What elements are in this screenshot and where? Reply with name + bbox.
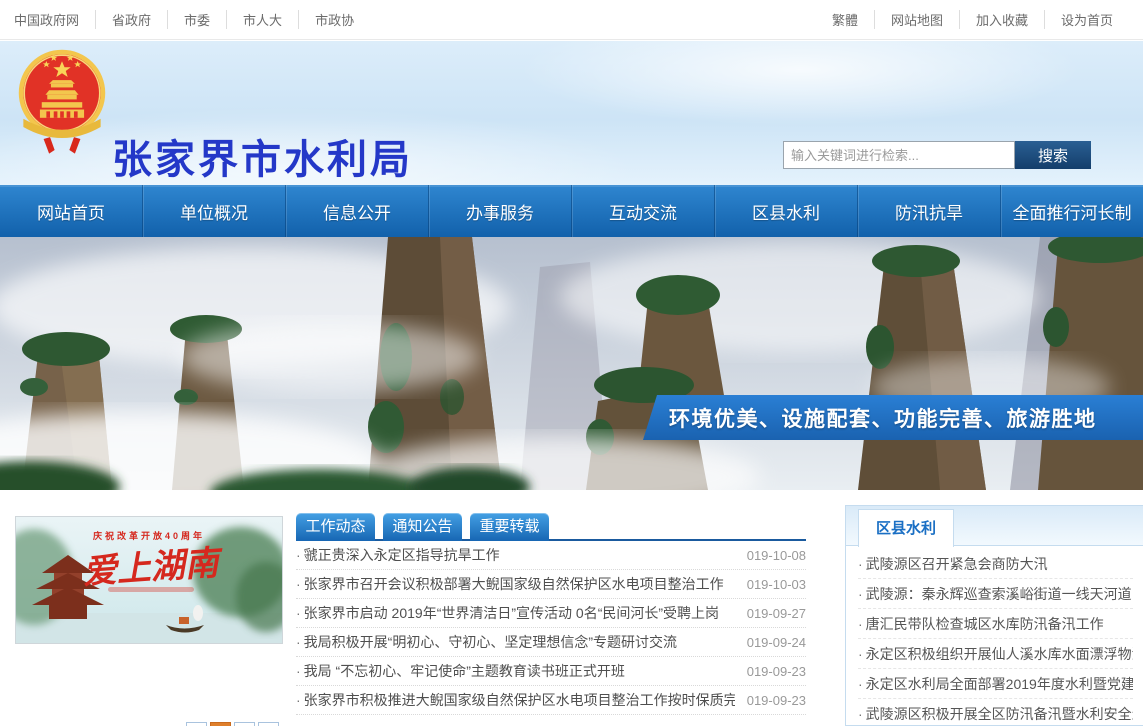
news-item[interactable]: · 虢正贵深入永定区指导抗旱工作 019-10-08 — [296, 541, 806, 570]
nav-item-river-chief[interactable]: 全面推行河长制 — [1000, 185, 1143, 237]
news-title: 我局 “不忘初心、牢记使命”主题教育读书班正式开班 — [304, 661, 735, 681]
topbar-right-links: 繁體 网站地图 加入收藏 设为首页 — [832, 10, 1129, 29]
bullet: · — [296, 663, 301, 679]
site-title: 张家界市水利局 — [112, 127, 413, 185]
list-item-title: 武陵源区积极开展全区防汛备汛暨水利安全生产检查 — [866, 704, 1133, 724]
tab-work-dynamics[interactable]: 工作动态 — [296, 513, 375, 541]
bullet: · — [296, 634, 301, 650]
hero-mountains-image — [0, 237, 1143, 490]
promo-small-title: 庆祝改革开放40周年 — [92, 530, 205, 541]
bullet: · — [858, 586, 863, 602]
district-water-list: · 武陵源区召开紧急会商防大汛 · 武陵源：秦永辉巡查索溪峪街道一线天河道 · … — [846, 546, 1143, 726]
news-title: 张家界市启动 2019年“世界清洁日”宣传活动 0名“民间河长”受聘上岗 — [304, 603, 735, 623]
news-item[interactable]: · 张家界市启动 2019年“世界清洁日”宣传活动 0名“民间河长”受聘上岗 0… — [296, 599, 806, 628]
search-button[interactable]: 搜索 — [1015, 141, 1091, 169]
bullet: · — [858, 646, 863, 662]
news-item[interactable]: · 张家界市召开会议积极部署大鲵国家级自然保护区水电项目整治工作 019-10-… — [296, 570, 806, 599]
site-header: 张家界市水利局 搜索 — [0, 41, 1143, 185]
news-title: 虢正贵深入永定区指导抗旱工作 — [304, 545, 735, 565]
hero-slogan: 环境优美、设施配套、功能完善、旅游胜地 — [669, 403, 1097, 433]
page: 中国政府网 省政府 市委 市人大 市政协 繁體 网站地图 加入收藏 设为首页 — [0, 0, 1143, 726]
topbar-link-city-congress[interactable]: 市人大 — [226, 10, 298, 29]
nav-item-flood-drought[interactable]: 防汛抗旱 — [857, 185, 1000, 237]
bullet: · — [858, 676, 863, 692]
hero-banner: 环境优美、设施配套、功能完善、旅游胜地 — [0, 237, 1143, 490]
list-item[interactable]: · 唐汇民带队检查城区水库防汛备汛工作 — [858, 609, 1133, 639]
news-title: 张家界市积极推进大鲵国家级自然保护区水电项目整治工作按时保质完成 — [304, 690, 735, 710]
bullet: · — [296, 547, 301, 563]
carousel-dot-2-active[interactable] — [210, 722, 231, 726]
news-item[interactable]: · 张家界市积极推进大鲵国家级自然保护区水电项目整治工作按时保质完成 019-0… — [296, 686, 806, 715]
news-date: 019-10-03 — [747, 577, 806, 592]
main-nav: 网站首页 单位概况 信息公开 办事服务 互动交流 区县水利 防汛抗旱 全面推行河… — [0, 185, 1143, 237]
national-emblem-icon — [16, 45, 108, 163]
nav-item-home[interactable]: 网站首页 — [0, 185, 142, 237]
list-item[interactable]: · 永定区积极组织开展仙人溪水库水面漂浮物清理 — [858, 639, 1133, 669]
topbar-link-province-gov[interactable]: 省政府 — [95, 10, 167, 29]
carousel-dot-4[interactable] — [258, 722, 279, 726]
top-utility-bar: 中国政府网 省政府 市委 市人大 市政协 繁體 网站地图 加入收藏 设为首页 — [0, 0, 1143, 40]
hero-slogan-band: 环境优美、设施配套、功能完善、旅游胜地 — [643, 395, 1143, 440]
nav-item-info-disclosure[interactable]: 信息公开 — [285, 185, 428, 237]
bullet: · — [858, 706, 863, 722]
topbar-link-sitemap[interactable]: 网站地图 — [874, 10, 959, 29]
search-input[interactable] — [783, 141, 1015, 169]
news-item[interactable]: · 我局积极开展“明初心、守初心、坚定理想信念”专题研讨交流 019-09-24 — [296, 628, 806, 657]
topbar-link-china-gov[interactable]: 中国政府网 — [14, 10, 95, 29]
list-item-title: 武陵源区召开紧急会商防大汛 — [866, 554, 1048, 574]
news-title: 我局积极开展“明初心、守初心、坚定理想信念”专题研讨交流 — [304, 632, 735, 652]
topbar-link-city-committee[interactable]: 市委 — [167, 10, 226, 29]
tab-district-water[interactable]: 区县水利 — [858, 509, 954, 547]
news-item[interactable]: · 我局 “不忘初心、牢记使命”主题教育读书班正式开班 019-09-23 — [296, 657, 806, 686]
district-water-panel-header: 区县水利 — [846, 506, 1143, 546]
news-date: 019-09-23 — [747, 664, 806, 679]
topbar-left-links: 中国政府网 省政府 市委 市人大 市政协 — [14, 10, 370, 29]
topbar-link-set-homepage[interactable]: 设为首页 — [1044, 10, 1129, 29]
list-item[interactable]: · 武陵源区积极开展全区防汛备汛暨水利安全生产检查 — [858, 699, 1133, 726]
list-item-title: 唐汇民带队检查城区水库防汛备汛工作 — [866, 614, 1104, 634]
bullet: · — [858, 556, 863, 572]
topbar-link-city-cppcc[interactable]: 市政协 — [298, 10, 370, 29]
carousel-dot-1[interactable] — [186, 722, 207, 726]
news-date: 019-09-23 — [747, 693, 806, 708]
list-item[interactable]: · 武陵源区召开紧急会商防大汛 — [858, 549, 1133, 579]
nav-item-about[interactable]: 单位概况 — [142, 185, 285, 237]
bullet: · — [296, 576, 301, 592]
topbar-link-traditional-chinese[interactable]: 繁體 — [832, 10, 874, 29]
list-item[interactable]: · 武陵源：秦永辉巡查索溪峪街道一线天河道 — [858, 579, 1133, 609]
bullet: · — [296, 692, 301, 708]
list-item-title: 武陵源：秦永辉巡查索溪峪街道一线天河道 — [866, 584, 1132, 604]
tab-important-reposts[interactable]: 重要转载 — [470, 513, 549, 541]
list-item-title: 永定区水利局全面部署2019年度水利暨党建、党风... — [866, 674, 1133, 694]
district-water-panel: 区县水利 · 武陵源区召开紧急会商防大汛 · 武陵源：秦永辉巡查索溪峪街道一线天… — [845, 505, 1143, 726]
news-date: 019-09-24 — [747, 635, 806, 650]
news-title: 张家界市召开会议积极部署大鲵国家级自然保护区水电项目整治工作 — [304, 574, 735, 594]
news-date: 019-10-08 — [747, 548, 806, 563]
nav-item-services[interactable]: 办事服务 — [428, 185, 571, 237]
list-item[interactable]: · 永定区水利局全面部署2019年度水利暨党建、党风... — [858, 669, 1133, 699]
tab-notices[interactable]: 通知公告 — [383, 513, 462, 541]
carousel-dot-3[interactable] — [234, 722, 255, 726]
news-list: · 虢正贵深入永定区指导抗旱工作 019-10-08 · 张家界市召开会议积极部… — [296, 541, 806, 715]
topbar-link-add-favorite[interactable]: 加入收藏 — [959, 10, 1044, 29]
bullet: · — [858, 616, 863, 632]
bullet: · — [296, 605, 301, 621]
news-tabs: 工作动态 通知公告 重要转载 — [296, 513, 806, 541]
site-search: 搜索 — [783, 141, 1091, 169]
nav-item-district-water[interactable]: 区县水利 — [714, 185, 857, 237]
news-date: 019-09-27 — [747, 606, 806, 621]
content-area: 庆祝改革开放40周年 爱上湖南 工作动态 通知公告 重要转载 · 虢正贵深入永定… — [0, 490, 1143, 726]
nav-item-interaction[interactable]: 互动交流 — [571, 185, 714, 237]
news-panel: 工作动态 通知公告 重要转载 · 虢正贵深入永定区指导抗旱工作 019-10-0… — [296, 490, 806, 715]
promo-banner-aishanghunan[interactable]: 庆祝改革开放40周年 爱上湖南 — [15, 516, 283, 644]
list-item-title: 永定区积极组织开展仙人溪水库水面漂浮物清理 — [866, 644, 1133, 664]
promo-carousel-dots — [186, 722, 282, 726]
